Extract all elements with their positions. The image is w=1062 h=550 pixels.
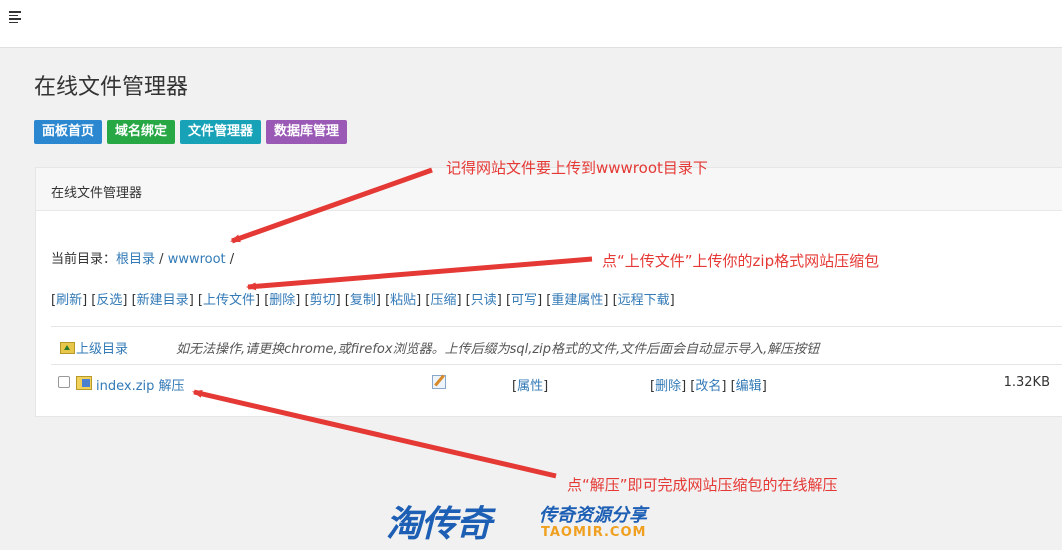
toolbar-new-folder[interactable]: 新建目录: [137, 293, 189, 308]
breadcrumb-separator: /: [225, 252, 235, 267]
nav-button-domain-binding[interactable]: 域名绑定: [107, 120, 176, 144]
divider: [51, 326, 1062, 327]
hamburger-icon[interactable]: [9, 11, 21, 24]
file-manager-panel: 在线文件管理器 当前目录：根目录 / wwwroot / [刷新] [反选] […: [35, 167, 1062, 417]
toolbar-delete[interactable]: 删除: [269, 293, 295, 308]
file-delete-link[interactable]: 删除: [655, 379, 681, 394]
toolbar: [刷新] [反选] [新建目录] [上传文件] [删除] [剪切] [复制] […: [51, 293, 675, 308]
annotation-click-upload: 点“上传文件”上传你的zip格式网站压缩包: [602, 252, 880, 270]
annotation-upload-to-wwwroot: 记得网站文件要上传到wwwroot目录下: [446, 159, 708, 177]
extract-link[interactable]: 解压: [159, 379, 185, 394]
edit-icon[interactable]: [432, 375, 446, 389]
file-checkbox[interactable]: [58, 376, 70, 388]
page-title: 在线文件管理器: [34, 75, 189, 100]
parent-dir-row: 上级目录 如无法操作,请更换chrome,或firefox浏览器。上传后缀为sq…: [60, 338, 1060, 357]
toolbar-invert-select[interactable]: 反选: [96, 293, 122, 308]
divider: [51, 364, 1062, 365]
breadcrumb-wwwroot-link[interactable]: wwwroot: [168, 252, 226, 267]
attributes-link[interactable]: 属性: [517, 379, 543, 394]
breadcrumb-prefix: 当前目录：: [51, 252, 117, 267]
parent-dir-link[interactable]: 上级目录: [76, 342, 128, 357]
browser-note: 如无法操作,请更换chrome,或firefox浏览器。上传后缀为sql,zip…: [176, 342, 820, 357]
nav-buttons: 面板首页 域名绑定 文件管理器 数据库管理: [34, 120, 348, 144]
toolbar-cut[interactable]: 剪切: [310, 293, 336, 308]
toolbar-remote-download[interactable]: 远程下载: [618, 293, 670, 308]
toolbar-refresh[interactable]: 刷新: [56, 293, 82, 308]
breadcrumb-separator: /: [155, 252, 168, 267]
breadcrumb: 当前目录：根目录 / wwwroot /: [51, 248, 234, 267]
top-bar: [0, 0, 1062, 48]
watermark-domain: TAOMIR.COM: [541, 525, 647, 540]
file-row: index.zip 解压 [属性] [删除] [改名] [编辑] 1.32KB: [58, 375, 1058, 395]
watermark-logo: 淘传奇 传奇资源分享 TAOMIR.COM: [386, 495, 686, 545]
folder-up-icon[interactable]: [60, 342, 75, 354]
breadcrumb-root-link[interactable]: 根目录: [116, 252, 155, 267]
nav-button-database[interactable]: 数据库管理: [266, 120, 348, 144]
toolbar-compress[interactable]: 压缩: [430, 293, 456, 308]
nav-button-panel-home[interactable]: 面板首页: [34, 120, 103, 144]
toolbar-upload-file[interactable]: 上传文件: [203, 293, 255, 308]
annotation-click-extract: 点“解压”即可完成网站压缩包的在线解压: [567, 476, 838, 494]
toolbar-readonly[interactable]: 只读: [471, 293, 497, 308]
file-rename-link[interactable]: 改名: [695, 379, 721, 394]
watermark-main: 淘传奇: [386, 504, 492, 545]
zip-file-icon: [76, 376, 92, 390]
toolbar-writable[interactable]: 可写: [511, 293, 537, 308]
toolbar-paste[interactable]: 粘贴: [390, 293, 416, 308]
file-name-link[interactable]: index.zip: [96, 379, 154, 394]
toolbar-rebuild-attributes[interactable]: 重建属性: [551, 293, 603, 308]
toolbar-copy[interactable]: 复制: [350, 293, 376, 308]
file-size: 1.32KB: [1003, 375, 1050, 390]
watermark-sub: 传奇资源分享: [539, 505, 647, 526]
file-edit-link[interactable]: 编辑: [736, 379, 762, 394]
nav-button-file-manager[interactable]: 文件管理器: [180, 120, 262, 144]
